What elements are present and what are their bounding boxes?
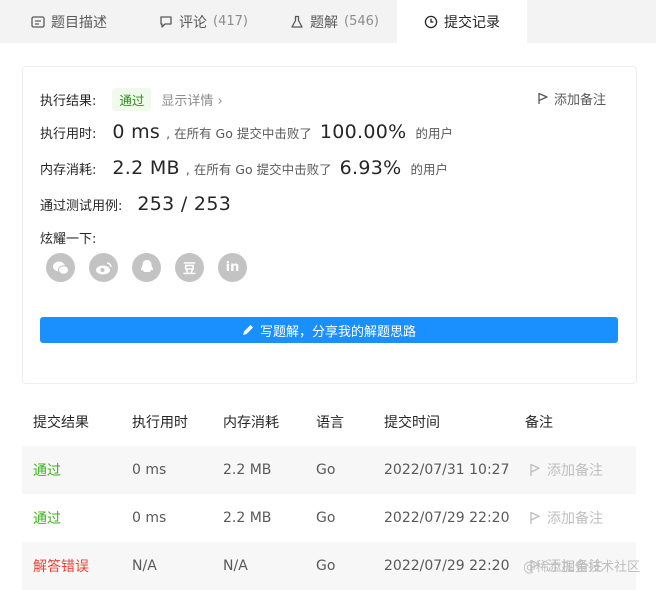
header-submit-time: 提交时间	[384, 415, 440, 431]
flag-icon	[530, 511, 540, 524]
row-submit-time: 2022/07/29 22:20	[384, 558, 510, 574]
result-status-row: 执行结果: 通过 显示详情 ›	[40, 88, 223, 111]
testcases-value: 253 / 253	[137, 193, 232, 215]
row-memory: 2.2 MB	[223, 462, 272, 478]
row-memory: N/A	[223, 558, 248, 574]
runtime-suffix: 的用户	[415, 126, 454, 141]
tab-comments-count: (417)	[213, 14, 248, 29]
row-add-note[interactable]: 添加备注	[529, 508, 603, 528]
row-runtime: 0 ms	[132, 510, 167, 526]
wechat-icon[interactable]	[46, 253, 75, 282]
tab-comments[interactable]: 评论 (417)	[159, 0, 248, 43]
tab-description[interactable]: 题目描述	[31, 0, 107, 43]
add-note-button[interactable]: 添加备注	[537, 89, 606, 108]
header-note: 备注	[525, 415, 553, 431]
comment-icon	[160, 15, 172, 28]
table-header: 提交结果 执行用时 内存消耗 语言 提交时间 备注	[22, 398, 636, 446]
douban-glyph: 豆	[182, 262, 196, 277]
table-row[interactable]: 通过 0 ms 2.2 MB Go 2022/07/29 22:20 添加备注	[22, 494, 636, 542]
testcases-label: 通过测试用例:	[40, 199, 123, 214]
douban-icon[interactable]: 豆	[175, 253, 204, 282]
row-status[interactable]: 解答错误	[33, 556, 89, 576]
qq-icon[interactable]	[132, 253, 161, 282]
memory-label: 内存消耗:	[40, 163, 97, 178]
row-language: Go	[316, 558, 336, 574]
testcases-row: 通过测试用例: 253 / 253	[40, 193, 231, 215]
result-status-label: 执行结果:	[40, 94, 97, 109]
write-solution-label: 写题解，分享我的解题思路	[259, 324, 416, 340]
table-row[interactable]: 通过 0 ms 2.2 MB Go 2022/07/31 10:27 添加备注	[22, 446, 636, 494]
share-row: 炫耀一下:	[40, 228, 96, 247]
memory-beat-text: , 在所有 Go 提交中击败了	[185, 162, 332, 177]
flag-icon	[530, 463, 540, 476]
tab-solutions-label: 题解	[310, 14, 338, 31]
clock-icon	[424, 15, 438, 28]
linkedin-icon[interactable]: in	[218, 253, 247, 282]
runtime-value: 0 ms	[112, 121, 161, 143]
submission-result-card: 执行结果: 通过 显示详情 › 添加备注 执行用时: 0 ms , 在所有 Go…	[22, 66, 637, 384]
memory-percent: 6.93%	[339, 157, 402, 179]
runtime-percent: 100.00%	[319, 121, 407, 143]
runtime-row: 执行用时: 0 ms , 在所有 Go 提交中击败了 100.00% 的用户	[40, 121, 453, 143]
tab-solutions[interactable]: 题解 (546)	[290, 0, 379, 43]
tab-solutions-count: (546)	[344, 14, 379, 29]
row-add-note-label: 添加备注	[547, 511, 603, 527]
weibo-icon[interactable]	[89, 253, 118, 282]
document-icon	[31, 15, 45, 28]
share-label: 炫耀一下:	[40, 232, 97, 247]
watermark: @稀土掘金技术社区	[522, 560, 640, 575]
header-language: 语言	[316, 415, 344, 431]
tab-submissions-label: 提交记录	[444, 14, 500, 31]
show-details-link[interactable]: 显示详情 ›	[161, 90, 222, 109]
memory-row: 内存消耗: 2.2 MB , 在所有 Go 提交中击败了 6.93% 的用户	[40, 157, 448, 179]
linkedin-glyph: in	[225, 260, 240, 275]
row-language: Go	[316, 510, 336, 526]
tab-bar: 题目描述 评论 (417) 题解 (546) 提交记录	[0, 0, 656, 43]
row-add-note[interactable]: 添加备注	[529, 460, 603, 480]
row-submit-time: 2022/07/31 10:27	[384, 462, 510, 478]
pencil-icon	[242, 325, 253, 335]
flask-icon	[291, 15, 303, 28]
row-add-note-label: 添加备注	[547, 463, 603, 479]
row-runtime: N/A	[132, 558, 157, 574]
header-status: 提交结果	[33, 415, 89, 431]
share-icons: 豆 in	[46, 253, 247, 282]
row-memory: 2.2 MB	[223, 510, 272, 526]
header-memory: 内存消耗	[223, 415, 279, 431]
tab-submissions[interactable]: 提交记录	[397, 0, 527, 43]
header-runtime: 执行用时	[132, 415, 188, 431]
runtime-beat-text: , 在所有 Go 提交中击败了	[166, 126, 312, 141]
runtime-label: 执行用时:	[40, 127, 97, 142]
tab-description-label: 题目描述	[51, 14, 107, 31]
row-status[interactable]: 通过	[33, 508, 61, 528]
tab-comments-label: 评论	[179, 14, 207, 31]
row-submit-time: 2022/07/29 22:20	[384, 510, 510, 526]
row-status[interactable]: 通过	[33, 460, 61, 480]
row-runtime: 0 ms	[132, 462, 167, 478]
memory-value: 2.2 MB	[112, 157, 180, 179]
memory-suffix: 的用户	[410, 162, 448, 177]
flag-icon	[538, 92, 548, 104]
status-badge: 通过	[112, 88, 152, 111]
add-note-label: 添加备注	[553, 93, 606, 108]
row-language: Go	[316, 462, 336, 478]
write-solution-button[interactable]: 写题解，分享我的解题思路	[40, 317, 618, 343]
